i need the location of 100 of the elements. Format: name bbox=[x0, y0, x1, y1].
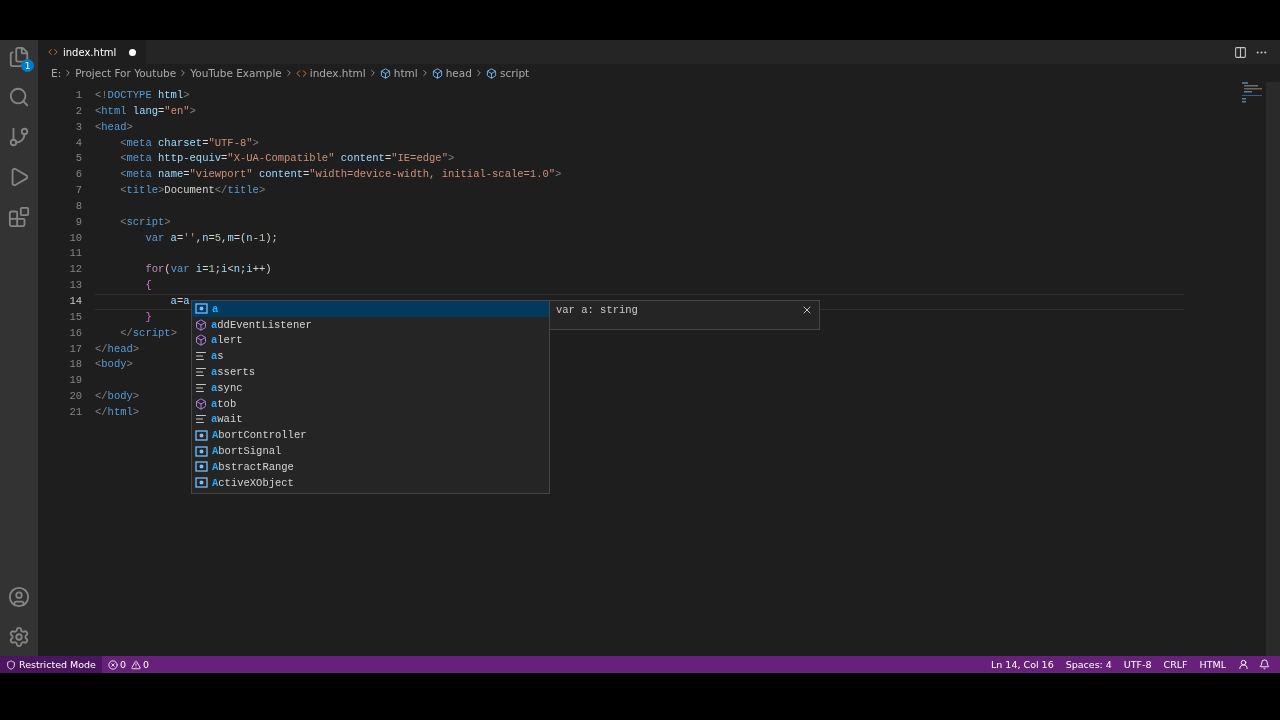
suggestion-item[interactable]: as bbox=[192, 348, 549, 365]
code-line: <title>Document</title> bbox=[119, 183, 266, 199]
code-icon bbox=[48, 47, 58, 57]
line-number: 7 bbox=[75, 183, 82, 199]
suggestion-label: asserts bbox=[211, 366, 256, 379]
blocks-icon[interactable] bbox=[8, 206, 30, 228]
lines-icon bbox=[195, 413, 207, 426]
line-number: 15 bbox=[69, 309, 82, 325]
line-number: 10 bbox=[69, 230, 82, 246]
line-number: 6 bbox=[75, 167, 82, 183]
code-line: </script> bbox=[119, 325, 177, 341]
feedback-icon[interactable] bbox=[1238, 659, 1249, 670]
settings-icon[interactable] bbox=[8, 626, 30, 648]
status-item[interactable]: CRLF bbox=[1157, 659, 1194, 670]
line-number: 16 bbox=[69, 325, 82, 341]
code-line: <body> bbox=[95, 357, 133, 373]
cube-icon bbox=[431, 67, 443, 79]
lines-icon bbox=[195, 366, 207, 379]
bell-icon[interactable] bbox=[1259, 659, 1270, 670]
cube-icon bbox=[379, 67, 391, 79]
line-number: 12 bbox=[69, 262, 82, 278]
suggestion-item[interactable]: await bbox=[192, 411, 549, 428]
code-line: <!DOCTYPE html> bbox=[95, 88, 190, 103]
shield-icon bbox=[6, 659, 16, 670]
line-number: 8 bbox=[75, 198, 82, 214]
line-number: 9 bbox=[75, 214, 82, 230]
suggestion-item[interactable]: atob bbox=[192, 395, 549, 412]
status-item[interactable]: UTF-8 bbox=[1117, 659, 1158, 670]
split-editor-icon[interactable] bbox=[1234, 45, 1247, 59]
breadcrumb-item[interactable]: E: bbox=[51, 67, 62, 79]
line-number: 17 bbox=[69, 341, 82, 357]
line-number: 20 bbox=[69, 389, 82, 405]
close-icon[interactable] bbox=[801, 304, 813, 316]
suggestion-item[interactable]: AbortSignal bbox=[192, 443, 549, 459]
error-icon bbox=[107, 659, 118, 670]
lines-icon bbox=[195, 381, 207, 394]
problems-button[interactable]: 0 0 bbox=[101, 659, 156, 670]
breadcrumb-item[interactable]: script bbox=[485, 67, 530, 79]
cube-icon bbox=[195, 397, 207, 410]
suggestion-label: async bbox=[211, 381, 243, 394]
line-number: 14 bbox=[69, 293, 82, 309]
suggestion-item[interactable]: AbstractRange bbox=[192, 458, 549, 475]
files-icon[interactable] bbox=[8, 46, 30, 68]
suggestion-label: AbstractRange bbox=[212, 460, 294, 473]
suggestion-label: addEventListener bbox=[211, 318, 312, 331]
status-item[interactable]: Ln 14, Col 16 bbox=[985, 659, 1060, 670]
cube-icon bbox=[195, 334, 207, 347]
suggestion-label: ActiveXObject bbox=[212, 476, 294, 489]
suggestion-label: alert bbox=[211, 334, 243, 347]
code-line: a=a bbox=[169, 293, 190, 309]
branch-icon[interactable] bbox=[8, 126, 30, 148]
cube-icon bbox=[485, 67, 497, 79]
suggestion-item[interactable]: async bbox=[192, 380, 549, 396]
type-signature: var a: string bbox=[556, 304, 638, 316]
code-icon bbox=[295, 67, 307, 79]
suggestion-item[interactable]: alert bbox=[192, 332, 549, 349]
code-line: </body> bbox=[95, 389, 140, 405]
restricted-mode-button[interactable]: Restricted Mode bbox=[0, 656, 102, 673]
suggestion-item[interactable]: asserts bbox=[192, 364, 549, 380]
line-number: 11 bbox=[69, 246, 82, 262]
line-number: 3 bbox=[75, 119, 82, 135]
code-line: { bbox=[144, 278, 152, 294]
line-number: 1 bbox=[75, 88, 82, 103]
line-number: 2 bbox=[75, 103, 82, 119]
code-line: <meta charset="UTF-8"> bbox=[119, 135, 259, 151]
editor-tab[interactable]: index.html bbox=[38, 40, 146, 64]
account-icon[interactable] bbox=[8, 586, 30, 608]
suggestion-label: AbortController bbox=[212, 429, 307, 442]
suggestion-item[interactable]: addEventListener bbox=[192, 316, 549, 333]
line-number: 21 bbox=[69, 404, 82, 420]
suggestion-item[interactable]: ActiveXObject bbox=[192, 474, 549, 491]
code-line: } bbox=[144, 309, 152, 325]
notification-badge: 1 bbox=[21, 59, 34, 72]
code-line: <html lang="en"> bbox=[95, 103, 196, 119]
suggestion-item[interactable]: AbortController bbox=[192, 427, 549, 444]
suggestion-item[interactable]: a bbox=[192, 301, 549, 317]
scrollbar[interactable] bbox=[1266, 82, 1280, 656]
code-line: var a='',n=5,m=(n-1); bbox=[144, 230, 278, 246]
breadcrumb-item[interactable]: head bbox=[431, 67, 472, 79]
code-line: </head> bbox=[95, 341, 140, 357]
status-item[interactable]: HTML bbox=[1193, 659, 1232, 670]
breadcrumb-item[interactable]: YouTube Example bbox=[190, 67, 282, 79]
suggestion-label: await bbox=[211, 413, 243, 426]
code-line: <script> bbox=[119, 214, 171, 230]
search-icon[interactable] bbox=[8, 86, 30, 108]
variable-icon bbox=[195, 477, 208, 489]
variable-icon bbox=[195, 445, 208, 457]
suggestion-label: atob bbox=[211, 397, 237, 410]
line-number: 4 bbox=[75, 135, 82, 151]
suggestion-label: as bbox=[211, 350, 224, 363]
cube-icon bbox=[195, 318, 207, 331]
line-number: 18 bbox=[69, 357, 82, 373]
breadcrumb-item[interactable]: html bbox=[379, 67, 418, 79]
code-line: </html> bbox=[95, 404, 140, 420]
breadcrumb-item[interactable]: index.html bbox=[295, 67, 366, 79]
line-number: 19 bbox=[69, 373, 82, 389]
suggestion-label: AbortSignal bbox=[212, 445, 282, 458]
suggestion-label: a bbox=[212, 302, 219, 315]
breadcrumb-item[interactable]: Project For Youtube bbox=[75, 67, 177, 79]
status-item[interactable]: Spaces: 4 bbox=[1059, 659, 1118, 670]
